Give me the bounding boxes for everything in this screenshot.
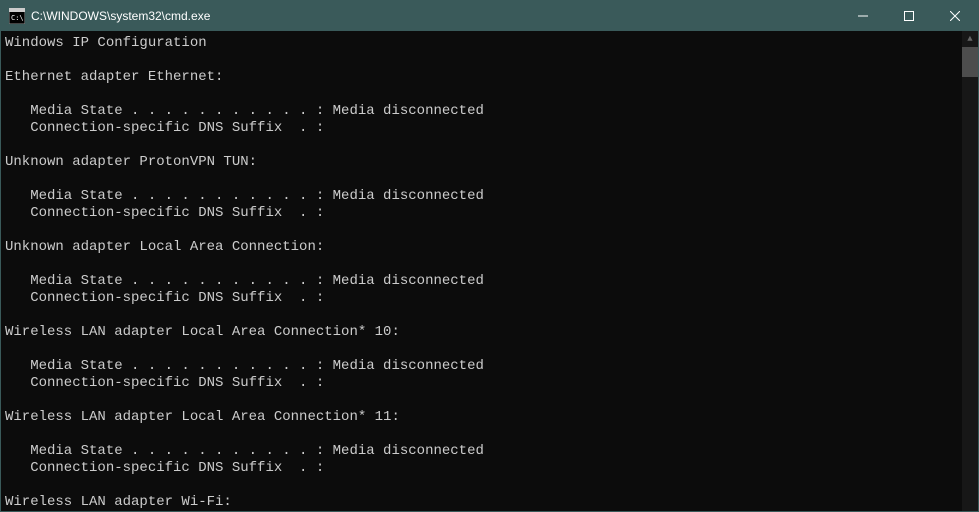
titlebar[interactable]: C:\ C:\WINDOWS\system32\cmd.exe <box>1 1 978 31</box>
media-state-line: Media State . . . . . . . . . . . : Medi… <box>5 103 962 120</box>
window-title: C:\WINDOWS\system32\cmd.exe <box>31 9 840 23</box>
maximize-button[interactable] <box>886 1 932 31</box>
adapter-name: Wireless LAN adapter Local Area Connecti… <box>5 409 962 426</box>
adapter-block: Wireless LAN adapter Local Area Connecti… <box>5 409 962 477</box>
media-state-line: Media State . . . . . . . . . . . : Medi… <box>5 273 962 290</box>
adapter-block: Ethernet adapter Ethernet: Media State .… <box>5 69 962 137</box>
window-controls <box>840 1 978 31</box>
adapter-name: Unknown adapter ProtonVPN TUN: <box>5 154 962 171</box>
cmd-icon: C:\ <box>9 8 25 24</box>
media-state-line: Media State . . . . . . . . . . . : Medi… <box>5 443 962 460</box>
dns-suffix-line: Connection-specific DNS Suffix . : <box>5 460 962 477</box>
dns-suffix-line: Connection-specific DNS Suffix . : <box>5 290 962 307</box>
vertical-scrollbar[interactable]: ▲ <box>962 31 978 511</box>
scroll-up-arrow[interactable]: ▲ <box>962 31 978 47</box>
adapter-block: Unknown adapter Local Area Connection: M… <box>5 239 962 307</box>
adapter-name: Wireless LAN adapter Wi-Fi: <box>5 494 962 511</box>
ipconfig-header: Windows IP Configuration <box>5 35 962 52</box>
adapter-block: Wireless LAN adapter Local Area Connecti… <box>5 324 962 392</box>
media-state-line: Media State . . . . . . . . . . . : Medi… <box>5 188 962 205</box>
dns-suffix-line: Connection-specific DNS Suffix . : <box>5 375 962 392</box>
media-state-line: Media State . . . . . . . . . . . : Medi… <box>5 358 962 375</box>
cmd-window: C:\ C:\WINDOWS\system32\cmd.exe Windows … <box>0 0 979 512</box>
adapter-name: Unknown adapter Local Area Connection: <box>5 239 962 256</box>
terminal-output[interactable]: Windows IP Configuration Ethernet adapter… <box>1 31 962 511</box>
svg-text:C:\: C:\ <box>11 14 24 22</box>
adapter-block: Unknown adapter ProtonVPN TUN: Media Sta… <box>5 154 962 222</box>
scroll-thumb[interactable] <box>962 47 978 77</box>
terminal-area: Windows IP Configuration Ethernet adapter… <box>1 31 978 511</box>
adapter-name: Wireless LAN adapter Local Area Connecti… <box>5 324 962 341</box>
adapter-name: Ethernet adapter Ethernet: <box>5 69 962 86</box>
dns-suffix-line: Connection-specific DNS Suffix . : <box>5 120 962 137</box>
close-button[interactable] <box>932 1 978 31</box>
dns-suffix-line: Connection-specific DNS Suffix . : <box>5 205 962 222</box>
minimize-button[interactable] <box>840 1 886 31</box>
